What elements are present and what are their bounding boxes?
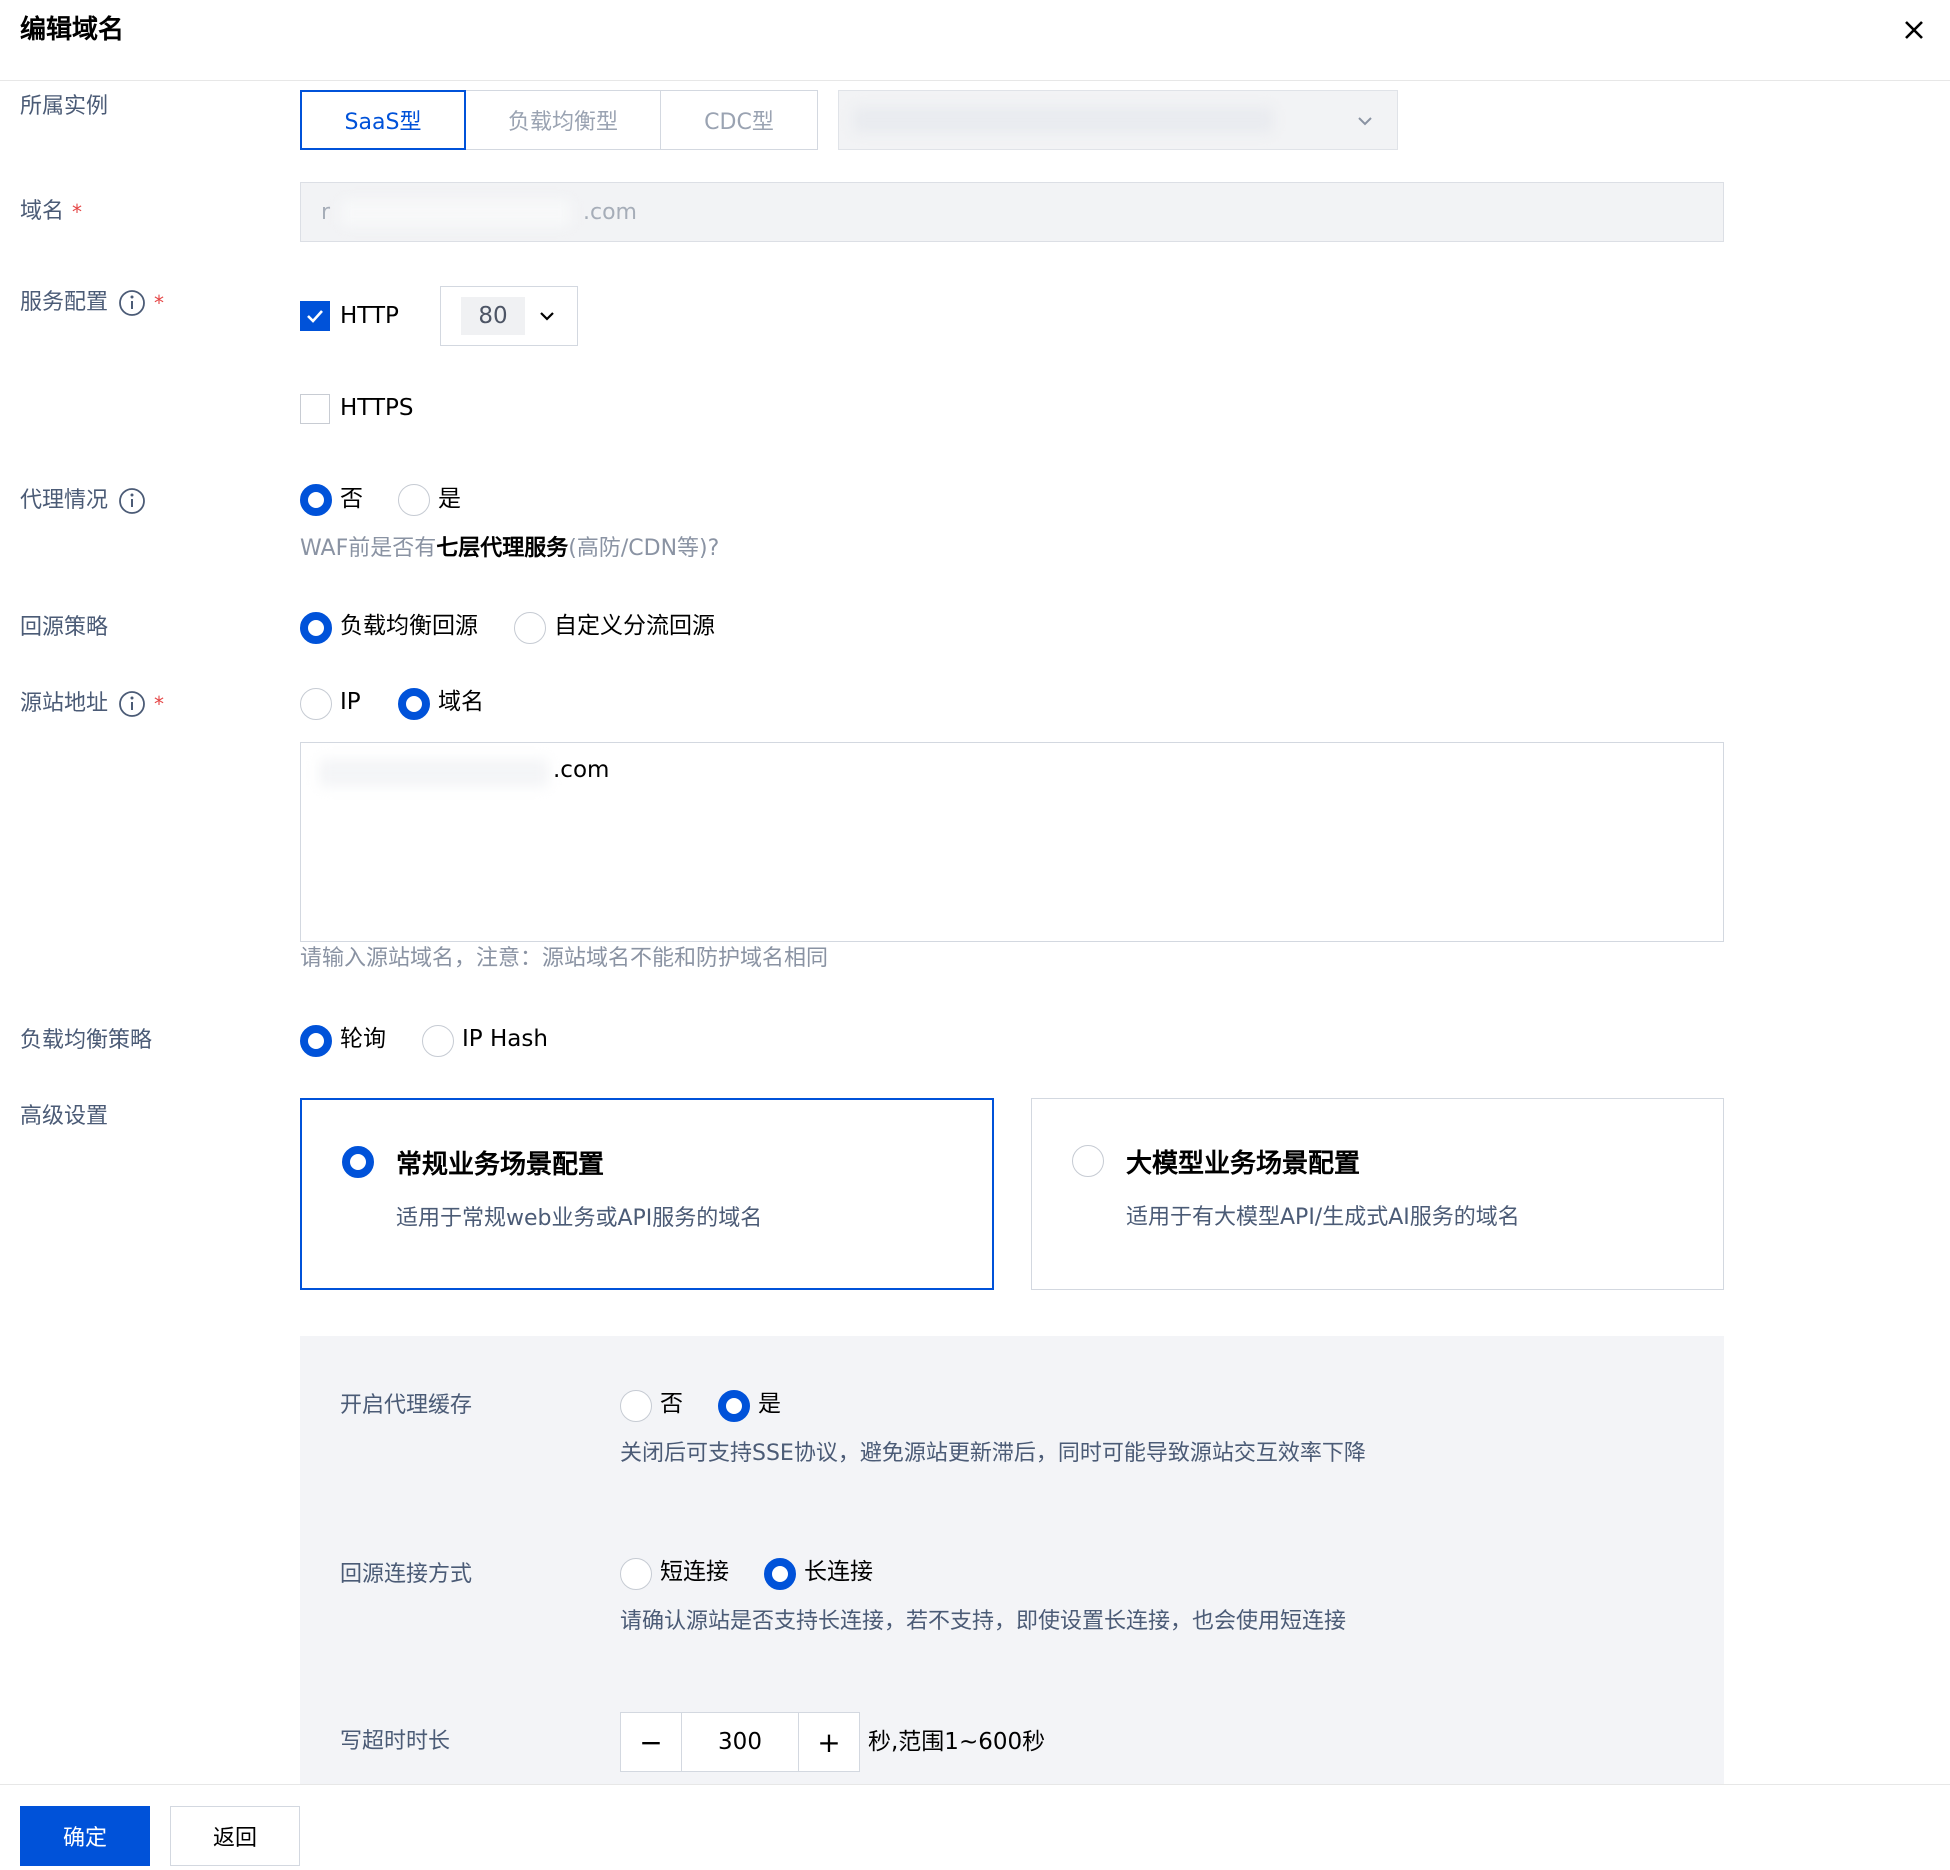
origin-strategy-label: 回源策略	[20, 615, 109, 640]
tab-cdc[interactable]: CDC型	[660, 90, 818, 150]
redacted-value	[341, 199, 571, 227]
lb-iphash-label: IP Hash	[462, 1026, 548, 1052]
conn-short-radio[interactable]	[620, 1558, 652, 1590]
increment-button[interactable]: +	[799, 1713, 859, 1771]
origin-domain-radio[interactable]	[398, 688, 430, 720]
conn-short-label: 短连接	[660, 1559, 729, 1585]
tab-saas[interactable]: SaaS型	[300, 90, 466, 150]
back-button[interactable]: 返回	[170, 1806, 300, 1866]
confirm-button[interactable]: 确定	[20, 1806, 150, 1866]
proxy-yes-radio[interactable]	[398, 484, 430, 516]
proxy-hint: WAF前是否有七层代理服务(高防/CDN等)?	[300, 536, 720, 561]
connection-label: 回源连接方式	[340, 1562, 473, 1587]
proxy-cache-yes-label: 是	[758, 1391, 781, 1417]
info-icon[interactable]	[118, 289, 146, 317]
origin-ip-radio[interactable]	[300, 688, 332, 720]
instance-select[interactable]	[838, 90, 1398, 150]
proxy-cache-label: 开启代理缓存	[340, 1393, 473, 1418]
lb-roundrobin-radio[interactable]	[300, 1025, 332, 1057]
card-llm-scene[interactable]: 大模型业务场景配置 适用于有大模型API/生成式AI服务的域名	[1031, 1098, 1724, 1290]
chevron-down-icon	[1358, 117, 1372, 126]
check-icon	[307, 310, 323, 323]
dialog-title: 编辑域名	[20, 15, 125, 45]
proxy-cache-yes-radio[interactable]	[718, 1390, 750, 1422]
info-icon[interactable]	[118, 487, 146, 515]
decrement-button[interactable]: −	[621, 1713, 681, 1771]
write-timeout-unit: 秒,范围1~600秒	[868, 1729, 1046, 1755]
write-timeout-input[interactable]: 300	[681, 1713, 799, 1771]
header-divider	[0, 80, 1950, 81]
proxy-cache-no-radio[interactable]	[620, 1390, 652, 1422]
conn-long-radio[interactable]	[764, 1558, 796, 1590]
close-icon[interactable]	[1898, 14, 1930, 46]
domain-label: 域名 *	[20, 197, 82, 227]
redacted-value	[319, 759, 549, 787]
llm-scene-title: 大模型业务场景配置	[1126, 1149, 1361, 1179]
origin-domain-hint: 请输入源站域名，注意：源站域名不能和防护域名相同	[300, 946, 829, 971]
origin-custom-radio[interactable]	[514, 612, 546, 644]
redacted-value	[853, 107, 1273, 133]
origin-domain-label: 域名	[438, 689, 484, 715]
general-scene-desc: 适用于常规web业务或API服务的域名	[396, 1206, 763, 1231]
advanced-label: 高级设置	[20, 1104, 109, 1129]
http-label: HTTP	[340, 303, 399, 329]
https-checkbox[interactable]	[300, 394, 330, 424]
origin-lb-radio[interactable]	[300, 612, 332, 644]
proxy-yes-label: 是	[438, 486, 461, 512]
write-timeout-stepper: − 300 +	[620, 1712, 860, 1772]
llm-scene-radio[interactable]	[1072, 1145, 1104, 1177]
service-label: 服务配置 *	[20, 288, 164, 318]
lb-strategy-label: 负载均衡策略	[20, 1028, 153, 1053]
info-icon[interactable]	[118, 690, 146, 718]
http-checkbox[interactable]	[300, 301, 330, 331]
llm-scene-desc: 适用于有大模型API/生成式AI服务的域名	[1126, 1205, 1520, 1230]
origin-address-label: 源站地址 *	[20, 689, 164, 719]
lb-roundrobin-label: 轮询	[340, 1026, 386, 1052]
proxy-no-label: 否	[340, 486, 363, 512]
connection-hint: 请确认源站是否支持长连接，若不支持，即使设置长连接，也会使用短连接	[620, 1609, 1347, 1634]
tab-load-balancer[interactable]: 负载均衡型	[465, 90, 661, 150]
required-mark: *	[72, 200, 83, 224]
instance-label: 所属实例	[20, 94, 109, 119]
proxy-no-radio[interactable]	[300, 484, 332, 516]
http-port-select[interactable]: 80	[440, 286, 578, 346]
domain-input: r .com	[300, 182, 1724, 242]
proxy-cache-hint: 关闭后可支持SSE协议，避免源站更新滞后，同时可能导致源站交互效率下降	[620, 1441, 1366, 1466]
https-label: HTTPS	[340, 395, 414, 421]
origin-custom-label: 自定义分流回源	[554, 613, 715, 639]
proxy-label: 代理情况	[20, 486, 146, 516]
general-scene-title: 常规业务场景配置	[396, 1150, 605, 1180]
lb-iphash-radio[interactable]	[422, 1025, 454, 1057]
write-timeout-label: 写超时时长	[340, 1729, 451, 1754]
conn-long-label: 长连接	[804, 1559, 873, 1585]
origin-lb-label: 负载均衡回源	[340, 613, 478, 639]
card-general-scene[interactable]: 常规业务场景配置 适用于常规web业务或API服务的域名	[300, 1098, 994, 1290]
proxy-cache-no-label: 否	[660, 1391, 683, 1417]
port-value: 80	[461, 297, 525, 335]
origin-ip-label: IP	[340, 689, 361, 715]
required-mark: *	[154, 692, 165, 716]
general-scene-radio[interactable]	[342, 1146, 374, 1178]
chevron-down-icon	[540, 312, 554, 321]
origin-domain-textarea[interactable]: .com	[300, 742, 1724, 942]
required-mark: *	[154, 291, 165, 315]
